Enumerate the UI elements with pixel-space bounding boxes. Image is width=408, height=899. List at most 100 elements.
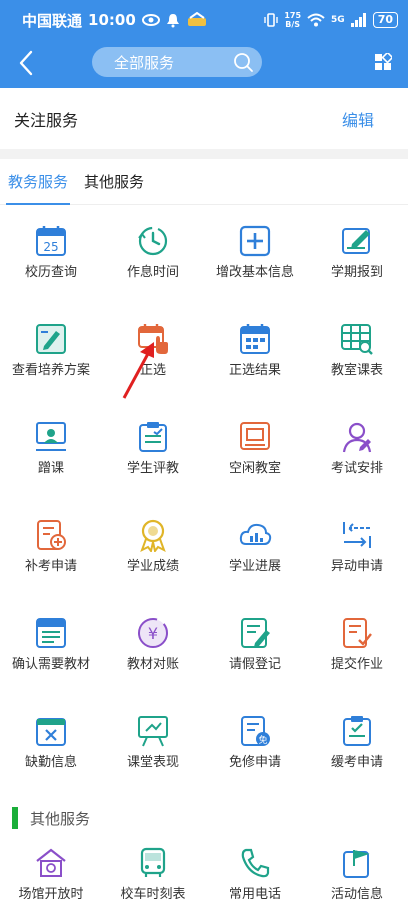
edit-button[interactable]: 编辑 (342, 107, 394, 131)
service-leave-registration[interactable]: 请假登记 (204, 610, 306, 708)
service-label: 缺勤信息 (24, 755, 77, 770)
service-label: 活动信息 (330, 887, 383, 899)
classroom-board-icon (138, 716, 168, 747)
plan-edit-icon (36, 324, 66, 354)
evaluation-icon (139, 422, 167, 452)
medal-icon (140, 519, 166, 552)
wifi-icon (307, 13, 325, 27)
layout-switch-icon[interactable] (374, 53, 392, 71)
vibrate-icon (264, 13, 279, 27)
service-common-phones[interactable]: 常用电话 (204, 840, 306, 899)
battery-indicator: 70 (372, 12, 398, 28)
service-label: 补考申请 (24, 559, 77, 574)
service-exemption-application[interactable]: 免 免修申请 (204, 708, 306, 806)
service-absence-info[interactable]: 缺勤信息 (0, 708, 102, 806)
section-accent-bar (12, 807, 18, 829)
service-bus-timetable[interactable]: 校车时刻表 (102, 840, 204, 899)
service-label: 教材对账 (126, 657, 179, 672)
result-calendar-icon (240, 324, 270, 354)
service-view-training-plan[interactable]: 查看培养方案 (0, 316, 102, 414)
service-teaching-evaluation[interactable]: 学生评教 (102, 414, 204, 512)
service-label: 校历查询 (24, 265, 77, 280)
app-notification-icon (187, 12, 206, 26)
service-label: 请假登记 (228, 657, 281, 672)
service-label: 考试安排 (330, 461, 383, 476)
service-label: 查看培养方案 (12, 363, 91, 378)
service-label: 常用电话 (228, 887, 281, 899)
service-term-registration[interactable]: 学期报到 (306, 218, 408, 316)
yuan-coin-icon: ¥ (138, 618, 168, 648)
phone-icon (241, 848, 270, 878)
service-label: 缓考申请 (330, 755, 383, 770)
search-bar[interactable]: 全部服务 (92, 47, 262, 77)
service-label: 学业进展 (228, 559, 281, 574)
service-free-classroom[interactable]: 空闲教室 (204, 414, 306, 512)
service-label: 学期报到 (330, 265, 383, 280)
service-label: 确认需要教材 (12, 657, 91, 672)
service-label: 正选结果 (228, 363, 281, 378)
service-deferred-exam[interactable]: 缓考申请 (306, 708, 408, 806)
service-activity-info[interactable]: 活动信息 (306, 840, 408, 899)
annotation-arrow-icon (122, 342, 154, 399)
nav-bar: 全部服务 (0, 40, 408, 88)
service-submit-homework[interactable]: 提交作业 (306, 610, 408, 708)
tab-other-services[interactable]: 其他服务 (84, 159, 144, 205)
service-venue-hours[interactable]: 场馆开放时 (0, 840, 102, 899)
section-divider (0, 149, 408, 159)
exempt-doc-icon: 免 (241, 716, 270, 746)
service-academic-grades[interactable]: 学业成绩 (102, 512, 204, 610)
svg-text:免: 免 (258, 734, 267, 746)
flag-doc-icon (343, 850, 370, 878)
service-confirm-textbooks[interactable]: 确认需要教材 (0, 610, 102, 708)
service-label: 课堂表现 (126, 755, 179, 770)
status-bar: 中国联通 10:00 175 B/S 5G 70 (0, 0, 408, 40)
notification-bell-icon (166, 13, 179, 27)
eye-icon (141, 14, 160, 26)
service-audit-class[interactable]: 蹭课 (0, 414, 102, 512)
service-label: 学业成绩 (126, 559, 179, 574)
signal-type: 5G (331, 15, 345, 25)
tab-academic-services[interactable]: 教务服务 (5, 159, 71, 205)
service-schedule-time[interactable]: 作息时间 (102, 218, 204, 316)
service-label: 异动申请 (330, 559, 383, 574)
clock-icon (138, 226, 168, 256)
service-label: 增改基本信息 (216, 265, 295, 280)
service-edit-basic-info[interactable]: 增改基本信息 (204, 218, 306, 316)
edit-form-icon (342, 228, 370, 254)
search-icon[interactable] (232, 51, 254, 73)
service-academic-progress[interactable]: 学业进展 (204, 512, 306, 610)
service-label: 提交作业 (330, 657, 383, 672)
homework-check-icon (343, 618, 372, 648)
service-status-change[interactable]: 异动申请 (306, 512, 408, 610)
service-textbook-reconciliation[interactable]: ¥ 教材对账 (102, 610, 204, 708)
service-selection-result[interactable]: 正选结果 (204, 316, 306, 414)
service-classroom-performance[interactable]: 课堂表现 (102, 708, 204, 806)
retake-doc-icon (37, 520, 66, 550)
service-label: 免修申请 (228, 755, 281, 770)
exam-user-icon (342, 422, 372, 453)
signal-bars-icon (350, 13, 366, 27)
svg-text:25: 25 (43, 240, 58, 254)
service-label: 教室课表 (330, 363, 383, 378)
back-arrow-icon[interactable] (12, 48, 42, 78)
carrier-label: 中国联通 (22, 11, 83, 30)
service-label: 作息时间 (126, 265, 179, 280)
clock-time: 10:00 (88, 11, 136, 29)
service-calendar-query[interactable]: 25 校历查询 (0, 218, 102, 316)
service-label: 场馆开放时 (18, 887, 84, 899)
leave-note-icon (241, 618, 270, 648)
net-speed: 175 B/S (284, 11, 301, 29)
svg-text:¥: ¥ (148, 624, 158, 643)
service-classroom-timetable[interactable]: 教室课表 (306, 316, 408, 414)
service-label: 空闲教室 (228, 461, 281, 476)
net-speed-value: 175 (284, 11, 302, 20)
calendar-icon: 25 (36, 226, 66, 256)
transfer-arrows-icon (343, 522, 371, 548)
service-label: 蹭课 (37, 461, 64, 476)
free-room-icon (240, 422, 270, 450)
classroom-table-icon (341, 324, 373, 355)
service-makeup-exam[interactable]: 补考申请 (0, 512, 102, 610)
service-exam-arrangement[interactable]: 考试安排 (306, 414, 408, 512)
service-label: 学生评教 (126, 461, 179, 476)
plus-square-icon (239, 225, 271, 257)
